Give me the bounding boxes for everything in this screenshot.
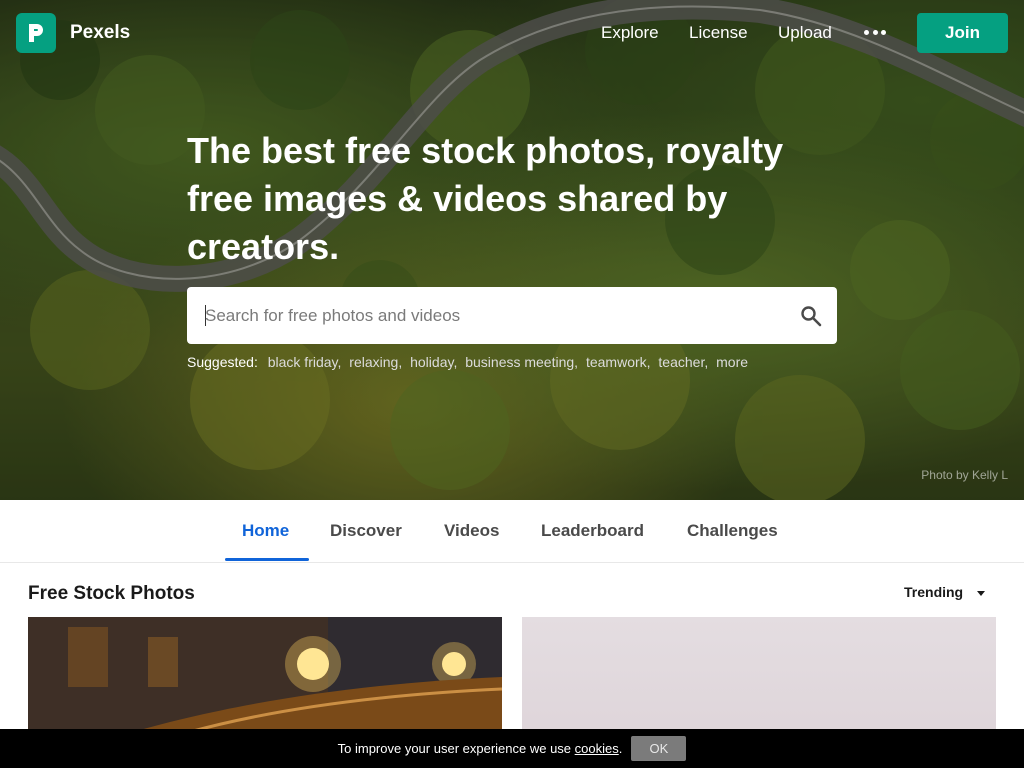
pexels-logo-icon[interactable]: [16, 13, 56, 53]
suggestion-link[interactable]: business meeting: [465, 354, 574, 370]
suggestion-link[interactable]: teacher: [658, 354, 704, 370]
cookie-text: To improve your user experience we use c…: [337, 741, 623, 756]
suggestion-link[interactable]: teamwork: [586, 354, 647, 370]
tab-home[interactable]: Home: [242, 521, 289, 541]
hero-headline: The best free stock photos, royalty free…: [187, 130, 784, 267]
photo-credit[interactable]: Photo by Kelly L: [921, 468, 1008, 482]
cookie-banner: To improve your user experience we use c…: [0, 729, 1024, 768]
chevron-down-icon: [977, 590, 986, 596]
tab-leaderboard[interactable]: Leaderboard: [541, 521, 644, 541]
top-nav: Pexels Explore License Upload Join: [0, 0, 1024, 66]
search-input[interactable]: [205, 287, 795, 344]
join-button[interactable]: Join: [917, 13, 1008, 53]
content-tabs: Home Discover Videos Leaderboard Challen…: [0, 500, 1024, 563]
ellipsis-icon[interactable]: [864, 24, 886, 40]
nav-link-explore[interactable]: Explore: [601, 23, 659, 43]
suggestion-link[interactable]: relaxing: [349, 354, 398, 370]
sort-dropdown[interactable]: Trending: [904, 584, 986, 600]
section-title: Free Stock Photos: [28, 583, 195, 604]
suggestion-link[interactable]: holiday: [410, 354, 453, 370]
tab-discover[interactable]: Discover: [330, 521, 402, 541]
tab-challenges[interactable]: Challenges: [687, 521, 778, 541]
suggested-searches: Suggested: black friday, relaxing, holid…: [187, 354, 749, 370]
brand-name[interactable]: Pexels: [70, 22, 130, 44]
suggestion-link[interactable]: black friday: [268, 354, 338, 370]
active-tab-indicator: [225, 558, 309, 561]
tab-videos[interactable]: Videos: [444, 521, 499, 541]
search-bar[interactable]: [187, 287, 837, 344]
suggestion-more-link[interactable]: more: [716, 354, 748, 370]
cookie-ok-button[interactable]: OK: [631, 736, 687, 761]
nav-link-upload[interactable]: Upload: [778, 23, 832, 43]
sort-label: Trending: [904, 584, 964, 600]
nav-link-license[interactable]: License: [689, 23, 748, 43]
suggested-label: Suggested:: [187, 354, 258, 370]
cookies-link[interactable]: cookies: [575, 741, 619, 756]
search-icon[interactable]: [799, 304, 823, 328]
